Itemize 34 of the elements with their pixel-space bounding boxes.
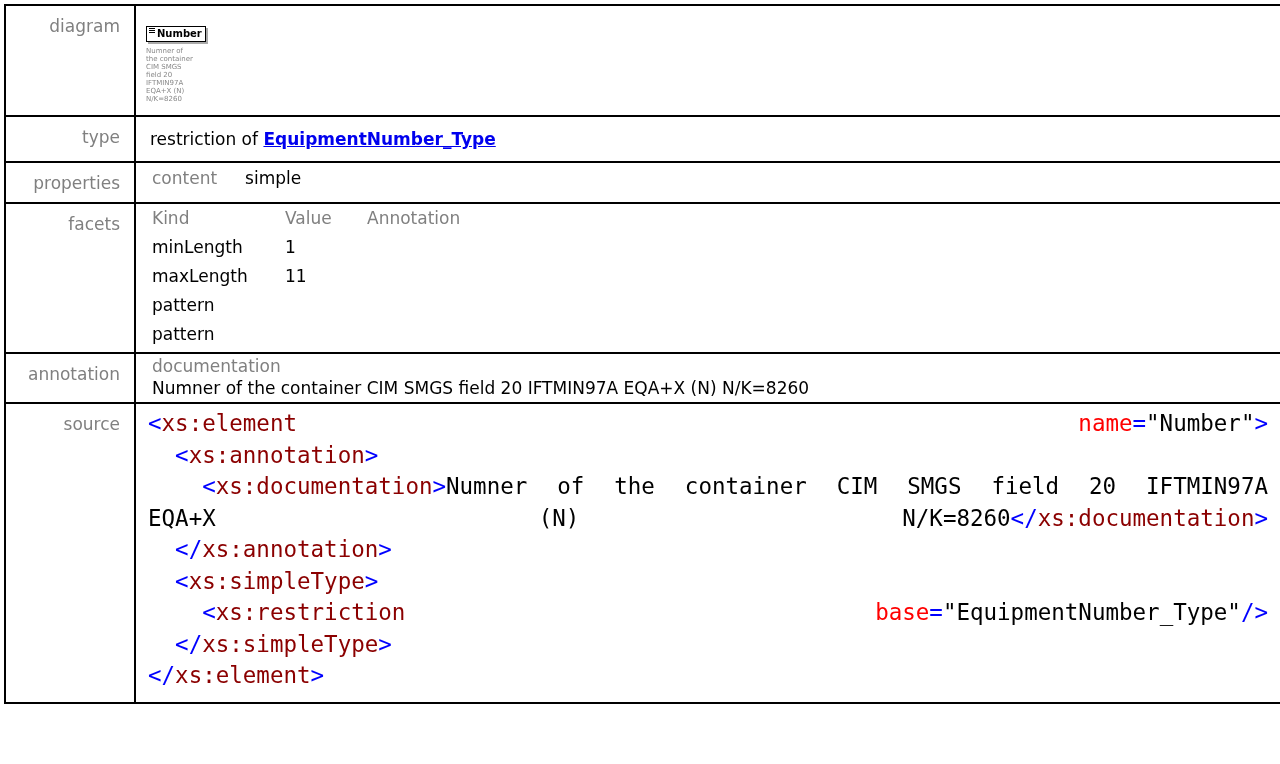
- code-line: </xs:element>: [148, 661, 326, 690]
- code-text: base="EquipmentNumber_Type"/>: [875, 598, 1268, 628]
- code-text: <xs:restriction: [201, 598, 406, 627]
- facet-kind: maxLength: [152, 266, 249, 286]
- facet-kind: pattern: [152, 295, 216, 315]
- lines-icon: [149, 28, 155, 33]
- row-label: annotation: [28, 364, 120, 384]
- column-header: Kind: [152, 208, 191, 228]
- facet-kind: minLength: [152, 237, 244, 257]
- column-header: Annotation: [367, 208, 462, 228]
- code-text: <xs:element: [148, 409, 297, 438]
- annotation-text: Numner of the container CIM SMGS field 20 IFTMIN97A EQA+X (N) N/K=8260: [152, 378, 811, 398]
- element-node: Number: [146, 26, 206, 42]
- row-label: facets: [68, 214, 120, 234]
- code-text: name="Number">: [1078, 409, 1268, 438]
- row-label: type: [82, 127, 120, 147]
- facet-value: 1: [285, 237, 297, 257]
- code-line: <xs:documentation>Numner of the container CIM SMGS field 20 IFTMIN97A: [201, 472, 1268, 501]
- code-line: </xs:simpleType>: [174, 629, 393, 659]
- type-link[interactable]: EquipmentNumber_Type: [263, 129, 496, 149]
- code-line: <xs:simpleType>: [174, 566, 380, 596]
- property-name: content: [152, 168, 218, 188]
- facet-kind: pattern: [152, 324, 216, 344]
- facet-value: 11: [285, 266, 308, 286]
- code-line: </xs:annotation>: [174, 535, 393, 564]
- row-label: properties: [33, 173, 120, 193]
- code-line: <xs:annotation>: [174, 440, 380, 470]
- type-text: restriction of: [150, 129, 258, 149]
- row-label: diagram: [49, 16, 120, 36]
- row-label: source: [63, 414, 120, 434]
- annotation-heading: documentation: [152, 356, 282, 376]
- property-value: simple: [245, 168, 302, 188]
- column-header: Value: [285, 208, 333, 228]
- code-line: EQA+X (N) N/K=8260</xs:documentation>: [148, 503, 1268, 533]
